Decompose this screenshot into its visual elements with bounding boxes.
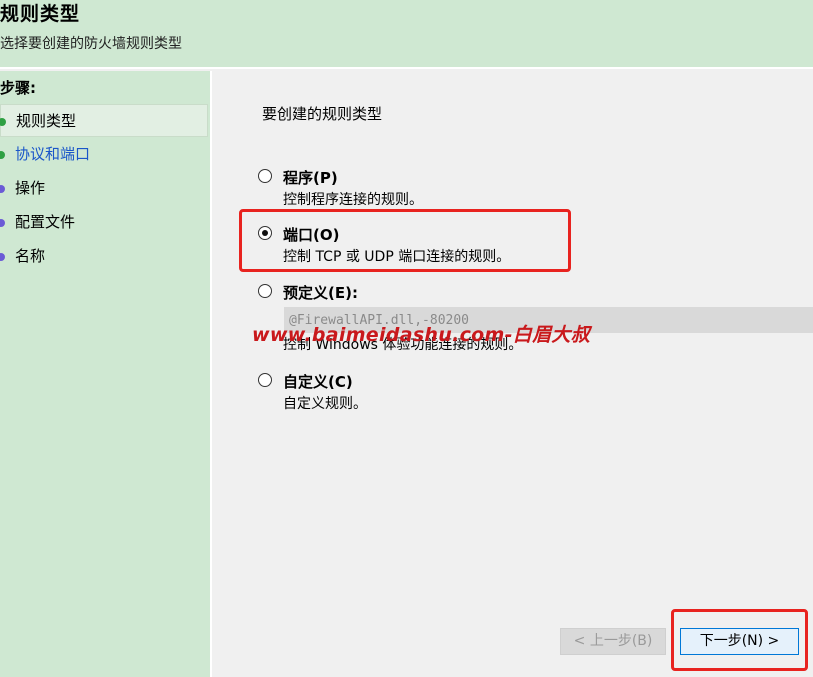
- option-label: 自定义(C): [283, 373, 353, 391]
- step-dot-icon: [0, 219, 5, 227]
- step-dot-icon: [0, 185, 5, 193]
- sidebar-item-profile: 配置文件: [0, 206, 208, 239]
- rule-type-prompt: 要创建的规则类型: [262, 105, 383, 123]
- step-dot-icon: [0, 151, 5, 159]
- next-button[interactable]: 下一步(N) >: [680, 628, 799, 655]
- back-button[interactable]: < 上一步(B): [560, 628, 666, 655]
- radio-predefined[interactable]: [258, 284, 272, 298]
- step-dot-icon: [0, 253, 5, 261]
- main-panel: 要创建的规则类型 程序(P) 控制程序连接的规则。 端口(O) 控制 TCP 或…: [212, 71, 813, 677]
- option-description: 自定义规则。: [283, 396, 367, 412]
- sidebar-item-action: 操作: [0, 172, 208, 205]
- page-subtitle: 选择要创建的防火墙规则类型: [0, 36, 182, 52]
- radio-program[interactable]: [258, 169, 272, 183]
- sidebar-item-label: 操作: [15, 179, 46, 197]
- option-label: 程序(P): [283, 169, 338, 187]
- watermark-text: www.baimeidashu.com-白眉大叔: [252, 324, 590, 346]
- steps-sidebar: 步骤: 规则类型 协议和端口 操作 配置文件 名称: [0, 71, 212, 677]
- sidebar-item-rule-type[interactable]: 规则类型: [0, 104, 208, 137]
- sidebar-item-name: 名称: [0, 240, 208, 273]
- highlight-box-port: [239, 209, 571, 272]
- radio-custom[interactable]: [258, 373, 272, 387]
- sidebar-item-label: 协议和端口: [15, 145, 91, 163]
- option-label: 预定义(E):: [283, 284, 358, 302]
- sidebar-item-label: 名称: [15, 247, 46, 265]
- step-dot-icon: [0, 118, 6, 126]
- sidebar-item-label: 规则类型: [16, 112, 77, 130]
- steps-title: 步骤:: [0, 79, 36, 97]
- page-title: 规则类型: [0, 3, 81, 25]
- sidebar-item-label: 配置文件: [15, 213, 76, 231]
- option-description: 控制程序连接的规则。: [283, 192, 423, 208]
- wizard-header: 规则类型 选择要创建的防火墙规则类型: [0, 0, 813, 69]
- sidebar-item-protocol-port[interactable]: 协议和端口: [0, 138, 208, 171]
